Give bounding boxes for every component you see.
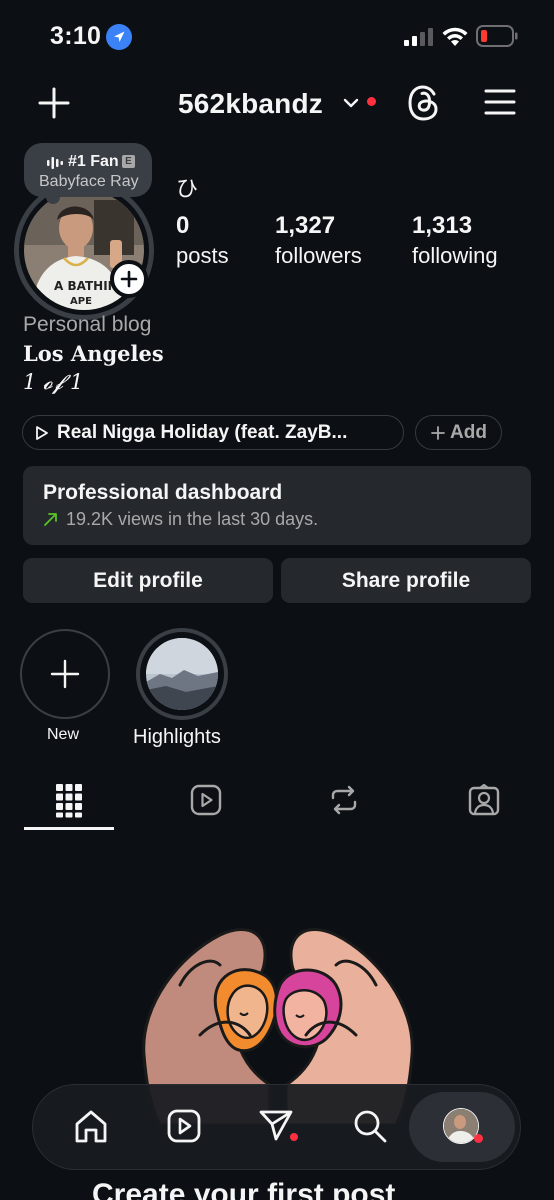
fan-badge-artist: Babyface Ray	[39, 173, 139, 190]
home-icon[interactable]	[72, 1108, 110, 1146]
add-label: Add	[450, 421, 487, 443]
new-highlight-label: New	[47, 726, 80, 743]
music-pill[interactable]: Real Nigga Holiday (feat. ZayB...	[22, 415, 404, 450]
trend-up-icon	[43, 511, 59, 527]
highlight-label: Highlights	[133, 726, 221, 748]
fan-badge-title: #1 Fan	[68, 153, 119, 170]
following-label[interactable]: following	[412, 243, 498, 269]
bio-line: 1 𝓸𝓯 1	[23, 370, 84, 394]
status-time: 3:10	[50, 22, 102, 50]
play-icon	[35, 425, 49, 441]
posts-label: posts	[176, 243, 229, 268]
reposts-tab-icon[interactable]	[329, 784, 359, 816]
hamburger-menu-icon[interactable]	[484, 88, 516, 116]
edit-profile-button[interactable]: Edit profile	[23, 558, 273, 603]
add-story-button[interactable]	[110, 260, 148, 298]
reels-tab-icon[interactable]	[190, 784, 222, 816]
dashboard-title: Professional dashboard	[43, 481, 283, 504]
username[interactable]: 562kbandz	[178, 88, 323, 120]
cellular-signal-icon	[404, 28, 434, 46]
highlight-thumbnail[interactable]	[146, 638, 218, 710]
wifi-icon	[441, 25, 469, 47]
music-track-title: Real Nigga Holiday (feat. ZayB...	[57, 421, 348, 443]
reels-icon[interactable]	[166, 1108, 202, 1144]
active-tab-indicator	[24, 827, 114, 830]
notification-dot	[367, 97, 376, 106]
tagged-tab-icon[interactable]	[468, 784, 500, 816]
send-icon[interactable]	[258, 1107, 294, 1143]
dashboard-subtitle: 19.2K views in the last 30 days.	[66, 509, 319, 529]
following-count[interactable]: 1,313	[412, 212, 472, 240]
svg-text:APE: APE	[70, 296, 92, 307]
new-highlight-button[interactable]	[20, 629, 110, 719]
add-link-button[interactable]: Add	[415, 415, 502, 450]
search-icon[interactable]	[352, 1108, 388, 1144]
empty-state-title: Create your first post	[92, 1178, 396, 1200]
chevron-down-icon[interactable]	[343, 97, 359, 109]
display-name: ひ	[176, 176, 199, 201]
plus-icon[interactable]	[37, 86, 71, 120]
notification-dot	[290, 1133, 298, 1141]
followers-label[interactable]: followers	[275, 243, 362, 269]
posts-count: 0	[176, 212, 190, 239]
professional-dashboard[interactable]	[23, 466, 531, 545]
bio-line: Los Angeles	[23, 341, 164, 366]
threads-icon[interactable]	[407, 85, 441, 121]
grid-tab-icon[interactable]	[56, 784, 82, 818]
music-wave-icon	[47, 156, 63, 170]
explicit-badge: E	[122, 155, 135, 168]
followers-count[interactable]: 1,327	[275, 212, 335, 240]
notification-dot	[474, 1134, 483, 1143]
plus-icon	[430, 425, 446, 441]
location-arrow-icon	[106, 24, 132, 50]
battery-icon	[476, 25, 518, 47]
profile-category: Personal blog	[23, 313, 152, 336]
share-profile-button[interactable]: Share profile	[281, 558, 531, 603]
